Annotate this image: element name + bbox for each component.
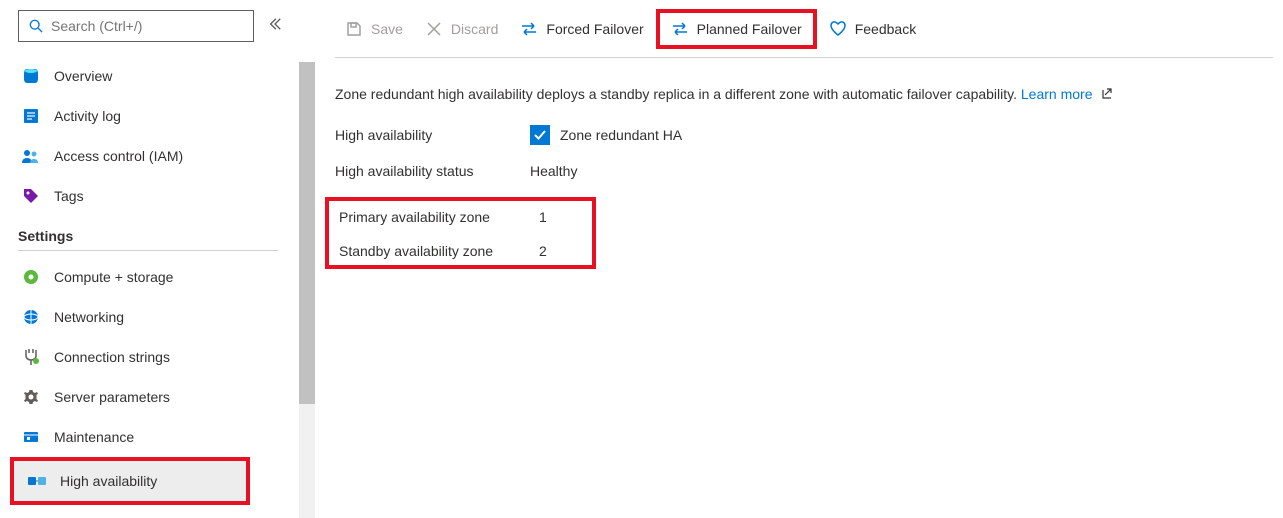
discard-icon xyxy=(425,20,443,38)
ha-checkbox[interactable] xyxy=(530,125,550,145)
high-availability-icon xyxy=(28,472,46,490)
sidebar-item-label: High availability xyxy=(60,473,157,489)
standby-zone-label: Standby availability zone xyxy=(339,243,539,259)
tags-icon xyxy=(22,187,40,205)
collapse-sidebar-button[interactable] xyxy=(264,13,286,40)
ha-label: High availability xyxy=(335,127,530,143)
networking-icon xyxy=(22,308,40,326)
sidebar-item-label: Activity log xyxy=(54,108,121,124)
sidebar-scrollbar[interactable] xyxy=(299,62,315,518)
forced-failover-label: Forced Failover xyxy=(546,21,643,37)
primary-zone-row: Primary availability zone 1 xyxy=(339,209,547,225)
ha-status-label: High availability status xyxy=(335,163,530,179)
learn-more-link[interactable]: Learn more xyxy=(1021,86,1093,102)
search-input[interactable] xyxy=(51,18,245,34)
sidebar-item-high-availability[interactable]: High availability xyxy=(14,461,246,501)
maintenance-icon xyxy=(22,428,40,446)
search-row xyxy=(18,10,305,42)
availability-zones-highlight: Primary availability zone 1 Standby avai… xyxy=(325,197,596,269)
external-link-icon xyxy=(1100,87,1112,103)
activity-log-icon xyxy=(22,107,40,125)
planned-failover-highlight: Planned Failover xyxy=(656,9,817,49)
planned-failover-button[interactable]: Planned Failover xyxy=(661,14,812,44)
save-button[interactable]: Save xyxy=(335,14,413,44)
sidebar-item-activity-log[interactable]: Activity log xyxy=(18,96,305,136)
sidebar-item-server-parameters[interactable]: Server parameters xyxy=(18,377,305,417)
standby-zone-row: Standby availability zone 2 xyxy=(339,243,547,259)
search-icon xyxy=(27,17,45,35)
overview-icon xyxy=(22,67,40,85)
save-icon xyxy=(345,20,363,38)
sidebar-item-label: Access control (IAM) xyxy=(54,148,183,164)
sidebar-item-label: Server parameters xyxy=(54,389,170,405)
ha-status-row: High availability status Healthy xyxy=(335,163,1273,179)
sidebar-scrollbar-thumb[interactable] xyxy=(299,62,315,404)
sidebar-item-networking[interactable]: Networking xyxy=(18,297,305,337)
compute-icon xyxy=(22,268,40,286)
description-text: Zone redundant high availability deploys… xyxy=(335,86,1273,103)
search-box[interactable] xyxy=(18,10,254,42)
ha-value: Zone redundant HA xyxy=(560,127,682,143)
ha-checkbox-row: Zone redundant HA xyxy=(530,125,682,145)
sidebar-item-label: Overview xyxy=(54,68,112,84)
sidebar-item-label: Networking xyxy=(54,309,124,325)
sidebar-item-label: Tags xyxy=(54,188,84,204)
feedback-button[interactable]: Feedback xyxy=(819,14,926,44)
heart-icon xyxy=(829,20,847,38)
ha-row: High availability Zone redundant HA xyxy=(335,125,1273,145)
sidebar-item-compute-storage[interactable]: Compute + storage xyxy=(18,257,305,297)
sidebar-item-label: Connection strings xyxy=(54,349,170,365)
discard-label: Discard xyxy=(451,21,498,37)
discard-button[interactable]: Discard xyxy=(415,14,508,44)
primary-zone-value: 1 xyxy=(539,209,547,225)
sidebar-item-label: Maintenance xyxy=(54,429,134,445)
sidebar: Overview Activity log Access control (IA… xyxy=(0,0,305,518)
planned-failover-label: Planned Failover xyxy=(697,21,802,37)
toolbar: Save Discard Forced Failover Planned Fai… xyxy=(335,0,1273,58)
gear-icon xyxy=(22,388,40,406)
sidebar-item-connection-strings[interactable]: Connection strings xyxy=(18,337,305,377)
access-control-icon xyxy=(22,147,40,165)
planned-failover-icon xyxy=(671,20,689,38)
sidebar-item-access-control[interactable]: Access control (IAM) xyxy=(18,136,305,176)
sidebar-item-tags[interactable]: Tags xyxy=(18,176,305,216)
standby-zone-value: 2 xyxy=(539,243,547,259)
save-label: Save xyxy=(371,21,403,37)
sidebar-item-label: Compute + storage xyxy=(54,269,173,285)
high-availability-highlight: High availability xyxy=(10,457,250,505)
connection-icon xyxy=(22,348,40,366)
forced-failover-icon xyxy=(520,20,538,38)
forced-failover-button[interactable]: Forced Failover xyxy=(510,14,653,44)
ha-status-value: Healthy xyxy=(530,163,577,179)
sidebar-item-overview[interactable]: Overview xyxy=(18,56,305,96)
feedback-label: Feedback xyxy=(855,21,916,37)
settings-section-header: Settings xyxy=(18,228,278,251)
primary-zone-label: Primary availability zone xyxy=(339,209,539,225)
main-content: Save Discard Forced Failover Planned Fai… xyxy=(305,0,1283,518)
sidebar-item-maintenance[interactable]: Maintenance xyxy=(18,417,305,457)
